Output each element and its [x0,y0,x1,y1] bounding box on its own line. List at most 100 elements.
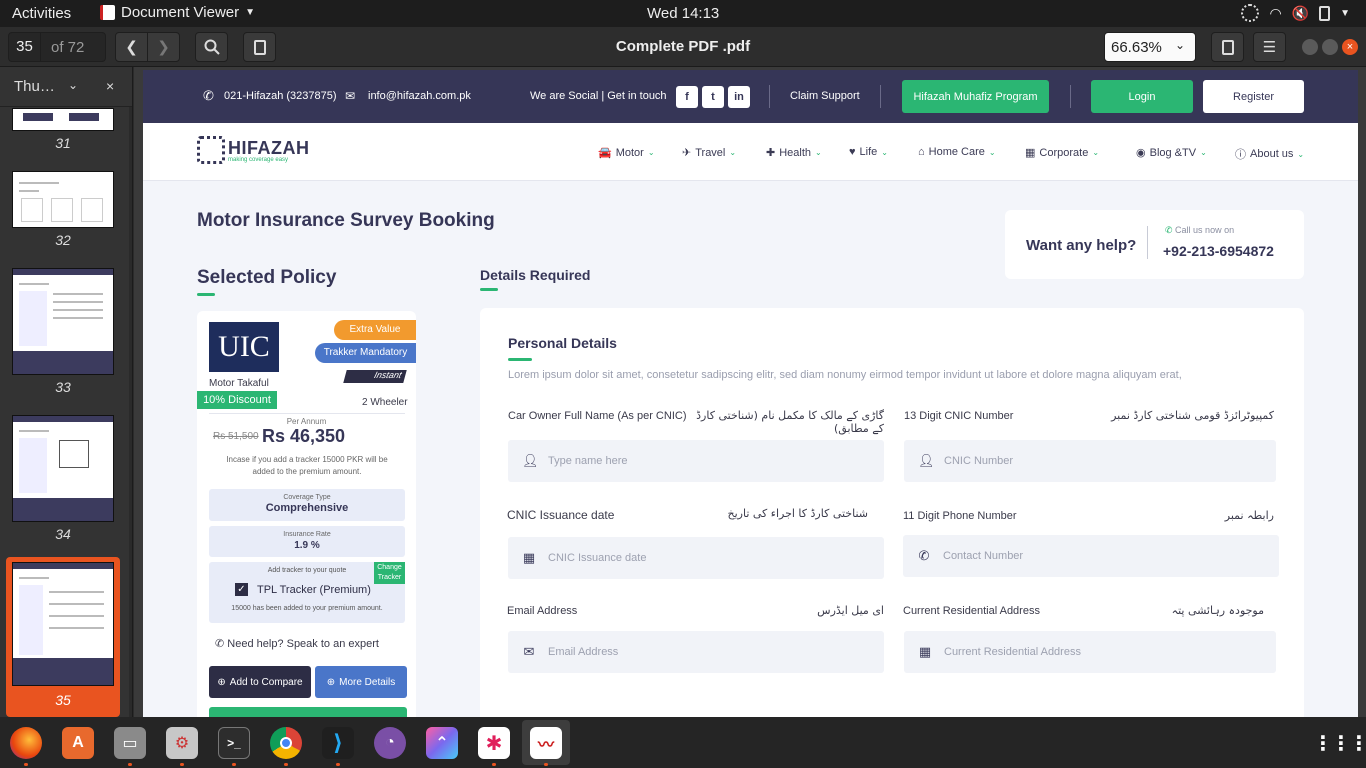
battery-icon[interactable] [1319,5,1331,21]
document-view[interactable]: ✆ 021-Hifazah (3237875) ✉ info@hifazah.c… [134,67,1366,717]
muhafiz-program-button[interactable]: Hifazah Muhafiz Program [902,80,1049,113]
site-email[interactable]: info@hifazah.com.pk [368,90,471,102]
nav-travel[interactable]: ✈ Travel ⌄ [682,146,737,160]
chevron-down-icon: ⌄ [647,148,655,157]
email-field[interactable]: ✉ Email Address [508,631,884,673]
caret-down-icon: ▼ [245,7,256,18]
system-tray[interactable]: ◠ 🔇 ▼ [1241,4,1350,22]
running-indicator [180,763,184,766]
nav-about-us[interactable]: ⓘ About us ⌄ [1235,146,1304,162]
address-field[interactable]: ▦ Current Residential Address [904,631,1276,673]
clickup-icon[interactable]: ⌃ [426,727,458,759]
thumbnail-page-32[interactable]: 32 [6,171,120,248]
files-icon[interactable]: ▭ [114,727,146,759]
tracker-mandatory-badge: Trakker Mandatory [315,343,416,363]
search-button[interactable] [195,32,228,62]
app-menu[interactable]: Document Viewer ▼ [100,4,255,21]
volume-icon[interactable]: 🔇 [1292,5,1309,22]
sidebar-scrollbar[interactable] [129,107,132,717]
nav-health[interactable]: ✚ Health ⌄ [766,146,822,160]
settings-icon[interactable]: ⚙ [166,727,198,759]
hifazah-logo[interactable]: HIFAZAH making coverage easy [197,136,310,164]
help-phone[interactable]: +92-213-6954872 [1163,243,1274,259]
plus-circle-icon: ⊕ [217,676,226,688]
insurance-rate-box: Insurance Rate 1.9 % [209,526,405,557]
close-window-button[interactable]: × [1342,39,1358,55]
page-number-box[interactable]: 35 of 72 [8,32,106,62]
register-button[interactable]: Register [1203,80,1304,113]
software-center-icon[interactable]: A [62,727,94,759]
login-button[interactable]: Login [1091,80,1193,113]
thumbnail-page-31[interactable]: 31 [6,108,120,151]
nav-blog-tv[interactable]: ◉ Blog &TV ⌄ [1136,146,1207,160]
nav-label: Travel [695,146,726,159]
slack-icon[interactable]: ✱ [478,727,510,759]
linkedin-icon[interactable]: in [728,86,750,108]
vscode-icon[interactable]: ⟩ [322,727,354,759]
zoom-selector[interactable]: 66.63% ⌄ [1104,32,1196,62]
more-details-button[interactable]: ⊕ More Details [315,666,407,698]
thumbnail-label: 35 [55,692,71,708]
close-sidebar-icon[interactable]: × [106,78,114,94]
clock[interactable]: Wed 14:13 [647,5,719,22]
document-icon [253,39,266,55]
claim-support-link[interactable]: Claim Support [790,90,860,102]
annotations-button[interactable] [243,32,276,62]
thumbnail-page-35[interactable]: 35 [6,557,120,717]
system-menu-caret-icon[interactable]: ▼ [1340,8,1350,19]
change-tracker-button[interactable]: Change Tracker [374,562,405,584]
running-indicator [232,763,236,766]
phone-icon: ✆ [918,548,930,563]
chevron-down-icon: ⌄ [1092,148,1100,157]
buy-now-button[interactable] [209,707,407,717]
chevron-down-icon: ⌄ [729,148,737,157]
add-to-compare-button[interactable]: ⊕ Add to Compare [209,666,311,698]
activities-button[interactable]: Activities [12,5,71,22]
show-applications-icon[interactable]: ⋮⋮⋮ [1313,727,1366,759]
cnic-field[interactable]: 👤︎ CNIC Number [904,440,1276,482]
nav-corporate[interactable]: ▦ Corporate ⌄ [1025,146,1100,160]
personal-details-card: Personal Details Lorem ipsum dolor sit a… [480,308,1304,717]
twitter-icon[interactable]: t [702,86,724,108]
nav-life[interactable]: ♥ Life ⌄ [849,146,888,158]
address-label-urdu: موجودہ رہائشی پتہ [1171,604,1264,617]
tracker-checkbox[interactable]: ✓ [235,583,248,596]
document-viewer-icon[interactable]: 〰 [530,727,562,759]
nav-home-care[interactable]: ⌂ Home Care ⌄ [918,146,996,158]
minimize-button[interactable] [1302,39,1318,55]
print-button[interactable] [1211,32,1244,62]
check-icon: ✓ [237,584,246,595]
github-desktop-icon[interactable]: ◔ [374,727,406,759]
nav-label: Home Care [928,146,985,158]
weather-icon[interactable] [1241,4,1260,22]
building-icon: ▦ [918,644,932,659]
phone-label-urdu: رابطہ نمبر [1224,509,1274,522]
site-navbar: HIFAZAH making coverage easy 🚘 Motor ⌄ ✈ Tr… [143,123,1358,181]
expert-help-link[interactable]: ✆ Need help? Speak to an expert [215,637,379,650]
app-menu-label: Document Viewer [121,4,240,21]
thumbnail-page-33[interactable]: 33 [6,268,120,395]
page-number-input[interactable]: 35 [9,33,41,61]
running-indicator [336,763,340,766]
menu-button[interactable]: ☰ [1253,32,1286,62]
viewer-header-bar: 35 of 72 ❮ ❯ Complete PDF .pdf 66.63% ⌄ … [0,27,1366,67]
previous-page-button[interactable]: ❮ [115,32,148,62]
sidebar-mode-selector[interactable]: Thu… ⌄ × [0,67,132,107]
chevron-left-icon: ❮ [125,39,138,56]
thumbnail-page-34[interactable]: 34 [6,415,120,542]
chrome-icon[interactable] [270,727,302,759]
site-phone[interactable]: 021-Hifazah (3237875) [224,90,337,102]
facebook-icon[interactable]: f [676,86,698,108]
chevron-down-icon: ⌄ [815,148,822,157]
issuance-date-field[interactable]: ▦ CNIC Issuance date [508,537,884,579]
nav-motor[interactable]: 🚘 Motor ⌄ [598,146,655,160]
next-page-button[interactable]: ❯ [147,32,180,62]
nav-label: Blog &TV [1149,146,1197,159]
contact-number-field[interactable]: ✆ Contact Number [903,535,1279,577]
thumbnail-sidebar: Thu… ⌄ × 31 32 33 34 35 [0,67,133,717]
wifi-icon[interactable]: ◠ [1269,5,1281,22]
maximize-button[interactable] [1322,39,1338,55]
firefox-icon[interactable] [10,727,42,759]
name-field[interactable]: 👤︎ Type name here [508,440,884,482]
terminal-icon[interactable]: >_ [218,727,250,759]
